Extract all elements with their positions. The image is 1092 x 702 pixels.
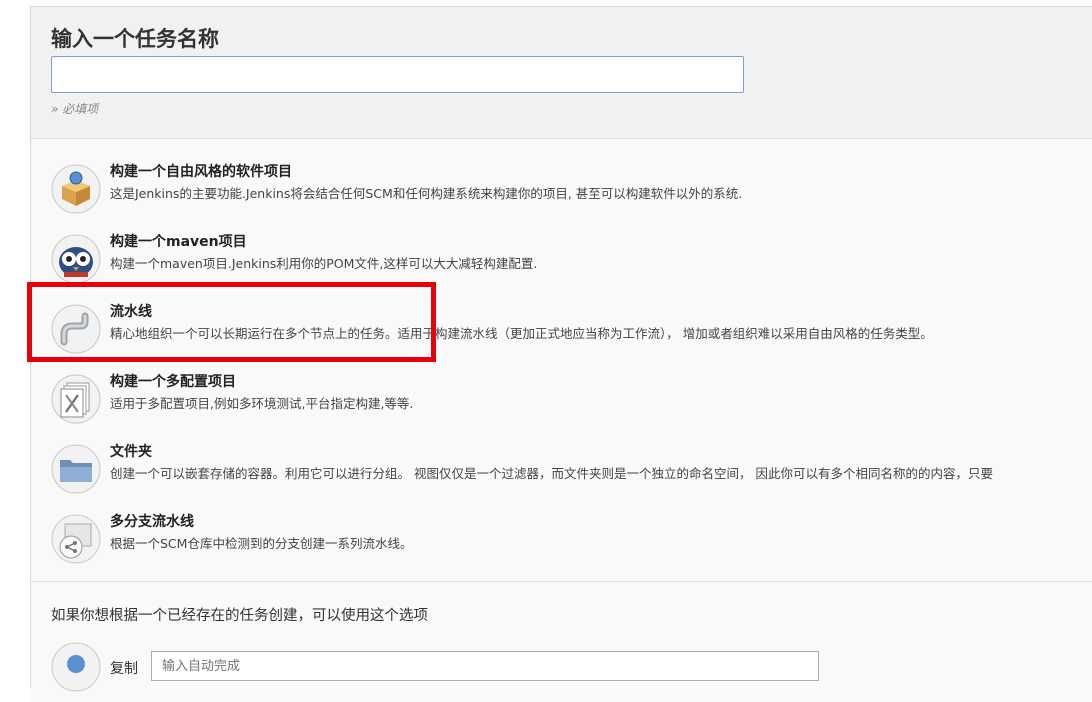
copy-job-icon bbox=[51, 642, 101, 692]
item-freestyle[interactable]: 构建一个自由风格的软件项目 这是Jenkins的主要功能.Jenkins将会结合… bbox=[51, 157, 1091, 217]
item-label: 多分支流水线 bbox=[110, 514, 194, 530]
item-label: 构建一个自由风格的软件项目 bbox=[110, 164, 292, 180]
copy-label: 复制 bbox=[110, 661, 138, 677]
item-label: 流水线 bbox=[110, 304, 152, 320]
page-title: 输入一个任务名称 bbox=[51, 27, 219, 51]
item-name-input[interactable] bbox=[51, 56, 744, 93]
item-description: 这是Jenkins的主要功能.Jenkins将会结合任何SCM和任何构建系统来构… bbox=[110, 186, 743, 201]
item-label: 文件夹 bbox=[110, 444, 152, 460]
maven-owl-icon bbox=[51, 234, 101, 284]
copy-from-input[interactable] bbox=[151, 651, 819, 681]
item-description: 适用于多配置项目,例如多环境测试,平台指定构建,等等. bbox=[110, 396, 414, 411]
item-description: 构建一个maven项目.Jenkins利用你的POM文件,这样可以大大减轻构建配… bbox=[110, 256, 538, 271]
copy-hint: 如果你想根据一个已经存在的任务创建，可以使用这个选项 bbox=[51, 608, 428, 624]
item-pipeline[interactable]: 流水线 精心地组织一个可以长期运行在多个节点上的任务。适用于构建流水线（更加正式… bbox=[51, 297, 1091, 357]
pipeline-icon bbox=[51, 304, 101, 354]
item-folder[interactable]: 文件夹 创建一个可以嵌套存储的容器。利用它可以进行分组。 视图仅仅是一个过滤器，… bbox=[51, 437, 1091, 497]
required-note: » 必填项 bbox=[51, 102, 99, 116]
item-description: 根据一个SCM仓库中检测到的分支创建一系列流水线。 bbox=[110, 536, 413, 551]
multibranch-icon bbox=[51, 514, 101, 564]
freestyle-box-icon bbox=[51, 164, 101, 214]
item-label: 构建一个多配置项目 bbox=[110, 374, 236, 390]
item-name-section: 输入一个任务名称 » 必填项 bbox=[31, 7, 1092, 139]
item-description: 创建一个可以嵌套存储的容器。利用它可以进行分组。 视图仅仅是一个过滤器，而文件夹… bbox=[110, 466, 993, 481]
item-description: 精心地组织一个可以长期运行在多个节点上的任务。适用于构建流水线（更加正式地应当称… bbox=[110, 326, 933, 341]
copy-from-section: 如果你想根据一个已经存在的任务创建，可以使用这个选项 复制 bbox=[31, 581, 1092, 702]
item-multibranch[interactable]: 多分支流水线 根据一个SCM仓库中检测到的分支创建一系列流水线。 bbox=[51, 507, 1091, 567]
folder-icon bbox=[51, 444, 101, 494]
new-item-panel: 输入一个任务名称 » 必填项 构建一个自由风格的软件项目 这是Jenkins的主… bbox=[30, 6, 1092, 702]
item-label: 构建一个maven项目 bbox=[110, 234, 247, 250]
item-multiconfig[interactable]: 构建一个多配置项目 适用于多配置项目,例如多环境测试,平台指定构建,等等. bbox=[51, 367, 1091, 427]
multiconfig-icon bbox=[51, 374, 101, 424]
item-maven[interactable]: 构建一个maven项目 构建一个maven项目.Jenkins利用你的POM文件… bbox=[51, 227, 1091, 287]
